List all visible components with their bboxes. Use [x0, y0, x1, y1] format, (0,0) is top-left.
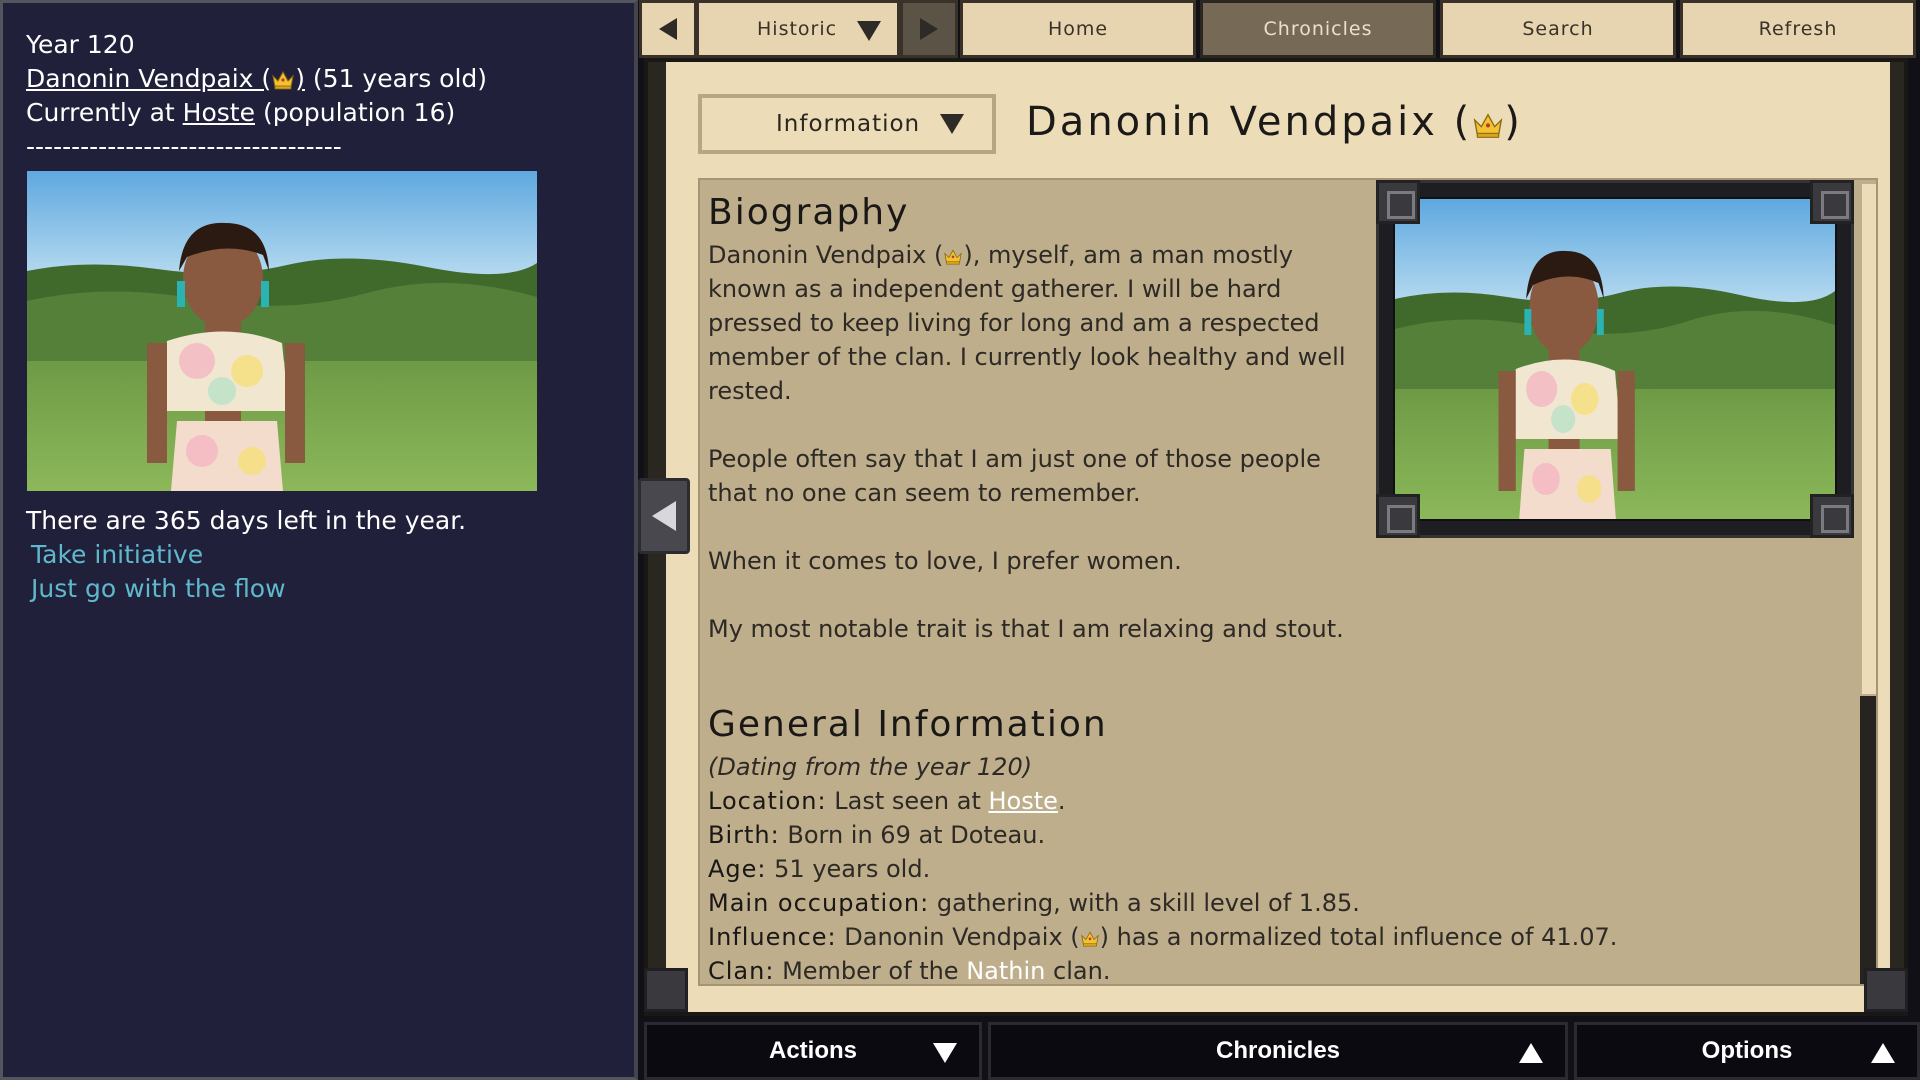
- crown-icon: [1080, 922, 1100, 940]
- location-link[interactable]: Hoste: [183, 98, 255, 127]
- character-link[interactable]: Danonin Vendpaix (): [26, 64, 305, 93]
- tab-home[interactable]: Home: [960, 0, 1196, 58]
- influence-row: Influence: Danonin Vendpaix () has a nor…: [708, 922, 1618, 951]
- occupation-row: Main occupation: gathering, with a skill…: [708, 889, 1360, 917]
- chevron-down-icon: [933, 1043, 957, 1063]
- frame-ornament: [1810, 180, 1854, 224]
- crown-icon: [271, 65, 295, 87]
- arrow-left-icon: [659, 18, 677, 40]
- biography-heading: Biography: [708, 192, 910, 233]
- chevron-up-icon: [1871, 1043, 1895, 1063]
- chronicle-frame: Information Danonin Vendpaix () Biograph…: [644, 58, 1908, 1016]
- information-dropdown[interactable]: Information: [698, 94, 996, 154]
- actions-button[interactable]: Actions: [644, 1022, 982, 1080]
- tab-search[interactable]: Search: [1440, 0, 1676, 58]
- chevron-down-icon: [857, 21, 881, 41]
- collapse-left-icon: [652, 501, 676, 531]
- character-line: Danonin Vendpaix () (51 years old): [26, 62, 487, 96]
- location-link[interactable]: Hoste: [989, 787, 1058, 815]
- biography-paragraph: My most notable trait is that I am relax…: [708, 615, 1344, 643]
- clan-row: Clan: Member of the Nathin clan.: [708, 957, 1111, 985]
- crown-icon: [1472, 98, 1504, 128]
- age-row: Age: 51 years old.: [708, 855, 931, 883]
- location-line: Currently at Hoste (population 16): [26, 98, 456, 127]
- scrollbar[interactable]: [1860, 182, 1876, 984]
- character-portrait: [27, 171, 537, 491]
- chevron-down-icon: [940, 114, 964, 134]
- forward-button[interactable]: [900, 0, 958, 58]
- age-text: (51 years old): [312, 64, 488, 93]
- choice-take-initiative[interactable]: Take initiative: [31, 538, 203, 572]
- year-label: Year 120: [26, 30, 135, 59]
- days-left-text: There are 365 days left in the year.: [26, 506, 467, 535]
- chronicle-page: Information Danonin Vendpaix () Biograph…: [666, 62, 1890, 1012]
- chronicles-area: Historic Home Chronicles Search Refresh …: [638, 0, 1920, 1080]
- tab-refresh[interactable]: Refresh: [1680, 0, 1916, 58]
- frame-ornament: [644, 968, 688, 1012]
- general-information-heading: General Information: [708, 704, 1108, 745]
- chevron-up-icon: [1519, 1043, 1543, 1063]
- frame-ornament: [1810, 494, 1854, 538]
- birth-row: Birth: Born in 69 at Doteau.: [708, 821, 1046, 849]
- population-text: (population 16): [262, 98, 456, 127]
- dating-note: (Dating from the year 120): [708, 753, 1033, 781]
- chronicles-button[interactable]: Chronicles: [988, 1022, 1568, 1080]
- historic-dropdown[interactable]: Historic: [696, 0, 900, 58]
- crown-icon: [943, 240, 963, 258]
- status-panel: Year 120 Danonin Vendpaix () (51 years o…: [0, 0, 638, 1080]
- frame-ornament: [1376, 494, 1420, 538]
- character-portrait-frame: [1376, 180, 1854, 538]
- general-information-section: General Information (Dating from the yea…: [708, 700, 1858, 985]
- clan-link[interactable]: Nathin: [966, 957, 1045, 984]
- back-button[interactable]: [639, 0, 697, 58]
- options-button[interactable]: Options: [1574, 1022, 1920, 1080]
- frame-ornament: [1376, 180, 1420, 224]
- divider: -----------------------------------: [26, 132, 342, 161]
- location-row: Location: Last seen at Hoste.: [708, 787, 1066, 815]
- content-scroll-area[interactable]: Biography Danonin Vendpaix (), myself, a…: [698, 178, 1878, 986]
- biography-paragraph: When it comes to love, I prefer women.: [708, 547, 1182, 575]
- scrollbar-thumb[interactable]: [1860, 182, 1876, 696]
- character-title: Danonin Vendpaix (): [1026, 98, 1523, 145]
- character-portrait: [1393, 197, 1837, 521]
- frame-ornament: [1864, 968, 1908, 1012]
- biography-paragraph: People often say that I am just one of t…: [708, 445, 1321, 507]
- biography-section: Biography Danonin Vendpaix (), myself, a…: [708, 180, 1368, 646]
- arrow-right-icon: [920, 18, 938, 40]
- tab-chronicles[interactable]: Chronicles: [1200, 0, 1436, 58]
- choice-go-with-flow[interactable]: Just go with the flow: [31, 572, 286, 606]
- biography-paragraph: Danonin Vendpaix (), myself, am a man mo…: [708, 240, 1346, 405]
- collapse-panel-button[interactable]: [638, 478, 690, 554]
